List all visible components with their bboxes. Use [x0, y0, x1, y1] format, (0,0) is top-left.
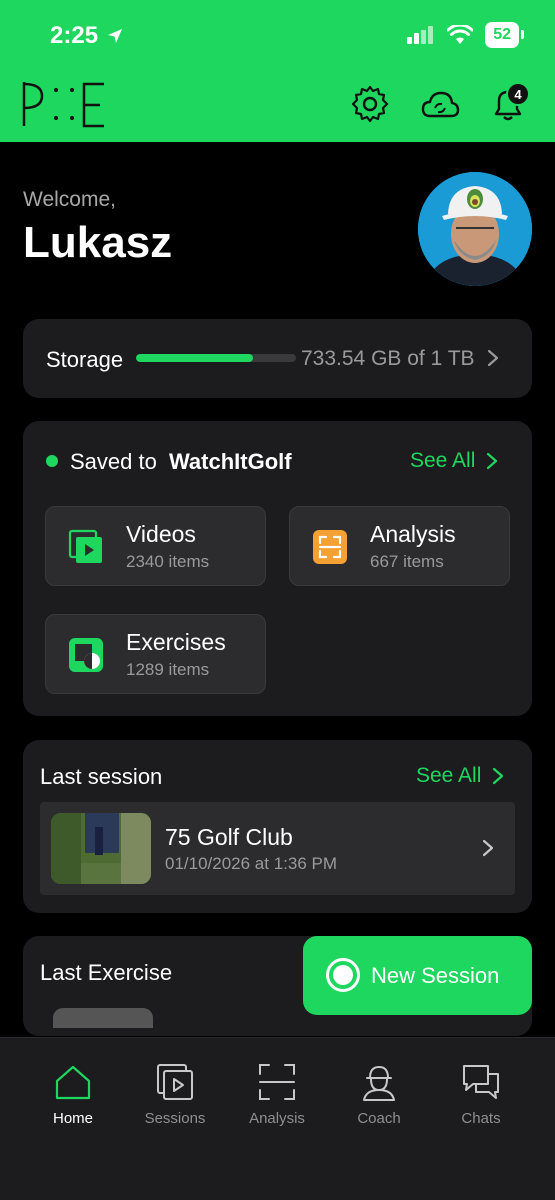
videos-tile[interactable]: Videos 2340 items: [45, 506, 266, 586]
last-session-card: Last session See All 75 Golf Club 01/10/…: [23, 740, 532, 913]
storage-value: 733.54 GB of 1 TB: [301, 347, 475, 370]
saved-status-dot: [46, 455, 58, 467]
storage-progress-fill: [136, 354, 253, 362]
tab-coach-label: Coach: [357, 1110, 401, 1127]
saved-to-label: Saved to WatchItGolf: [70, 449, 292, 475]
coach-icon: [363, 1065, 395, 1101]
last-session-see-all-link[interactable]: See All: [416, 764, 481, 788]
videos-title: Videos: [126, 521, 196, 547]
new-session-button[interactable]: New Session: [303, 936, 532, 1015]
cellular-signal-icon: [407, 26, 434, 44]
session-thumbnail: [51, 813, 151, 884]
new-session-label: New Session: [371, 963, 500, 988]
tab-analysis[interactable]: Analysis: [226, 1062, 328, 1127]
chevron-right-icon: [487, 349, 499, 367]
see-all-chevron-icon: [492, 767, 504, 785]
wifi-icon: [447, 25, 474, 44]
videos-count: 2340 items: [126, 552, 210, 571]
notification-badge: 4: [506, 82, 530, 106]
bottom-tab-bar: Home Sessions Analysis Coach Chats: [0, 1037, 555, 1200]
last-exercise-title: Last Exercise: [40, 960, 173, 985]
tab-sessions[interactable]: Sessions: [124, 1062, 226, 1127]
battery-indicator: 52: [485, 22, 524, 48]
exercises-icon: [69, 638, 103, 672]
tab-home[interactable]: Home: [22, 1062, 124, 1127]
session-thumbnail-image: [51, 813, 151, 884]
user-name: Lukasz: [23, 218, 173, 267]
analysis-count: 667 items: [370, 552, 444, 571]
storage-label: Storage: [46, 347, 124, 372]
tab-sessions-label: Sessions: [144, 1110, 206, 1127]
saved-library-name: WatchItGolf: [168, 449, 292, 474]
welcome-greeting: Welcome,: [23, 188, 116, 211]
exercises-title: Exercises: [126, 629, 226, 655]
analysis-icon: [313, 530, 347, 564]
sessions-icon: [157, 1064, 193, 1100]
cloud-sync-icon[interactable]: [420, 84, 460, 124]
see-all-label: See All: [410, 449, 476, 472]
home-icon: [55, 1065, 91, 1100]
see-all-label: See All: [416, 764, 482, 787]
session-list-item[interactable]: 75 Golf Club 01/10/2026 at 1:36 PM: [40, 802, 515, 895]
settings-gear-icon[interactable]: [350, 84, 390, 124]
videos-icon: [68, 529, 102, 563]
tab-home-label: Home: [52, 1110, 93, 1127]
last-session-title: Last session: [40, 764, 163, 789]
app-header: 2:25 52 4: [0, 0, 555, 142]
storage-card[interactable]: Storage 733.54 GB of 1 TB: [23, 319, 532, 398]
status-time: 2:25: [50, 22, 124, 50]
chevron-right-icon: [482, 839, 494, 857]
tab-analysis-label: Analysis: [249, 1110, 305, 1127]
storage-progress-bar: [136, 354, 296, 362]
session-date: 01/10/2026 at 1:36 PM: [165, 854, 338, 873]
session-name: 75 Golf Club: [165, 824, 293, 850]
exercise-thumbnail[interactable]: [53, 1008, 153, 1028]
record-icon: [326, 958, 360, 992]
tab-chats-label: Chats: [461, 1110, 501, 1127]
exercises-count: 1289 items: [126, 660, 210, 679]
analysis-tile[interactable]: Analysis 667 items: [289, 506, 510, 586]
saved-see-all-link[interactable]: See All: [410, 449, 475, 473]
chats-icon: [463, 1065, 499, 1099]
see-all-chevron-icon: [486, 452, 498, 470]
status-time-text: 2:25: [50, 22, 99, 49]
tab-chats[interactable]: Chats: [430, 1062, 532, 1127]
analysis-title: Analysis: [370, 521, 456, 547]
avatar-portrait-image: [418, 172, 532, 286]
saved-to-prefix: Saved to: [70, 449, 157, 474]
status-indicators: 52: [407, 22, 524, 48]
exercises-tile[interactable]: Exercises 1289 items: [45, 614, 266, 694]
user-avatar[interactable]: [418, 172, 532, 286]
location-arrow-icon: [108, 29, 123, 43]
analysis-icon: [259, 1064, 295, 1100]
saved-library-card: Saved to WatchItGolf See All Videos 2340…: [23, 421, 532, 716]
pxe-logo: [22, 82, 104, 128]
tab-coach[interactable]: Coach: [328, 1062, 430, 1127]
